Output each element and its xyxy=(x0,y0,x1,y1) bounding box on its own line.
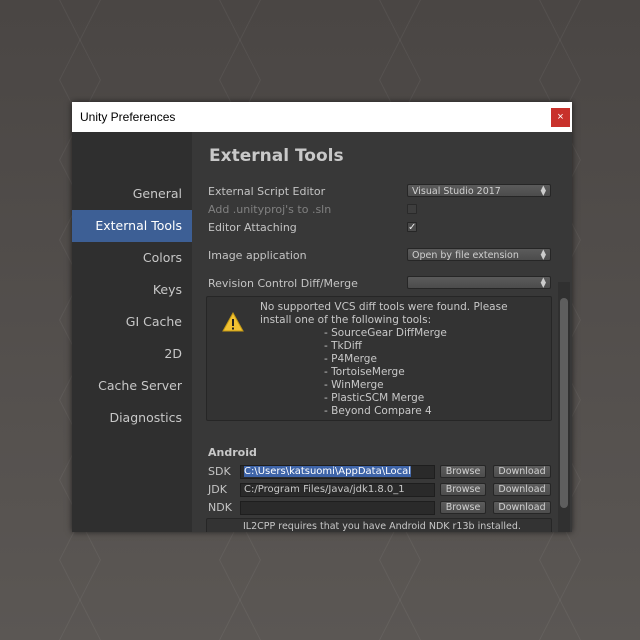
main-panel: External Tools External Script Editor Vi… xyxy=(192,132,572,532)
list-item: - WinMerge xyxy=(324,379,384,391)
dropdown-arrows-icon: ▲ ▼ xyxy=(540,184,546,197)
sidebar: General External Tools Colors Keys GI Ca… xyxy=(72,132,192,532)
jdk-path-value: C:/Program Files/Java/jdk1.8.0_1 xyxy=(244,484,405,495)
revision-control-dropdown[interactable]: ▲ ▼ xyxy=(407,276,551,289)
editor-attaching-label: Editor Attaching xyxy=(208,221,297,234)
script-editor-label: External Script Editor xyxy=(208,185,326,198)
warning-icon xyxy=(222,312,244,332)
vcs-help-text: No supported VCS diff tools were found. … xyxy=(260,301,508,418)
title-bar[interactable]: Unity Preferences × xyxy=(72,102,572,132)
ndk-download-button[interactable]: Download xyxy=(493,501,551,514)
sidebar-item-keys[interactable]: Keys xyxy=(72,274,192,306)
ndk-path-field[interactable] xyxy=(240,501,435,515)
list-item: - Beyond Compare 4 xyxy=(324,405,432,417)
vcs-help-line: install one of the following tools: xyxy=(260,314,432,326)
sidebar-item-diagnostics[interactable]: Diagnostics xyxy=(72,402,192,434)
image-app-value: Open by file extension xyxy=(412,250,519,261)
image-app-dropdown[interactable]: Open by file extension ▲ ▼ xyxy=(407,248,551,261)
vertical-scrollbar[interactable] xyxy=(558,282,570,532)
list-item: - TkDiff xyxy=(324,340,362,352)
add-unityproj-label: Add .unityproj's to .sln xyxy=(208,203,332,216)
dropdown-arrows-icon: ▲ ▼ xyxy=(540,276,546,289)
scrollbar-thumb[interactable] xyxy=(560,298,568,508)
sidebar-item-external-tools[interactable]: External Tools xyxy=(72,210,192,242)
close-button[interactable]: × xyxy=(551,108,570,127)
script-editor-value: Visual Studio 2017 xyxy=(412,186,501,197)
page-title: External Tools xyxy=(209,146,344,166)
il2cpp-note-box: IL2CPP requires that you have Android ND… xyxy=(206,518,552,532)
jdk-download-button[interactable]: Download xyxy=(493,483,551,496)
android-section-title: Android xyxy=(208,446,257,459)
vcs-help-box: No supported VCS diff tools were found. … xyxy=(206,296,552,421)
jdk-label: JDK xyxy=(208,483,227,496)
list-item: - TortoiseMerge xyxy=(324,366,405,378)
list-item: - SourceGear DiffMerge xyxy=(324,327,447,339)
editor-attaching-checkbox[interactable]: ✓ xyxy=(407,222,417,233)
sdk-path-value: C:\Users\katsuomi\AppData\Local xyxy=(244,466,412,477)
sdk-download-button[interactable]: Download xyxy=(493,465,551,478)
sdk-path-field[interactable]: C:\Users\katsuomi\AppData\Local xyxy=(240,465,435,479)
sdk-browse-button[interactable]: Browse xyxy=(440,465,486,478)
jdk-path-field[interactable]: C:/Program Files/Java/jdk1.8.0_1 xyxy=(240,483,435,497)
dropdown-arrows-icon: ▲ ▼ xyxy=(540,248,546,261)
jdk-browse-button[interactable]: Browse xyxy=(440,483,486,496)
sidebar-nav: General External Tools Colors Keys GI Ca… xyxy=(72,178,192,434)
sidebar-item-general[interactable]: General xyxy=(72,178,192,210)
sidebar-item-cache-server[interactable]: Cache Server xyxy=(72,370,192,402)
sidebar-item-2d[interactable]: 2D xyxy=(72,338,192,370)
vcs-tools-list: - SourceGear DiffMerge - TkDiff - P4Merg… xyxy=(260,327,508,418)
sidebar-item-colors[interactable]: Colors xyxy=(72,242,192,274)
window-title: Unity Preferences xyxy=(80,110,176,124)
add-unityproj-checkbox[interactable] xyxy=(407,204,417,214)
ndk-label: NDK xyxy=(208,501,232,514)
list-item: - PlasticSCM Merge xyxy=(324,392,425,404)
revision-control-label: Revision Control Diff/Merge xyxy=(208,277,358,290)
il2cpp-note-text: IL2CPP requires that you have Android ND… xyxy=(243,521,521,532)
sdk-label: SDK xyxy=(208,465,231,478)
vcs-help-line: No supported VCS diff tools were found. … xyxy=(260,301,508,313)
sidebar-item-gi-cache[interactable]: GI Cache xyxy=(72,306,192,338)
script-editor-dropdown[interactable]: Visual Studio 2017 ▲ ▼ xyxy=(407,184,551,197)
preferences-window: Unity Preferences × General External Too… xyxy=(72,102,572,532)
list-item: - P4Merge xyxy=(324,353,377,365)
ndk-browse-button[interactable]: Browse xyxy=(440,501,486,514)
image-app-label: Image application xyxy=(208,249,307,262)
